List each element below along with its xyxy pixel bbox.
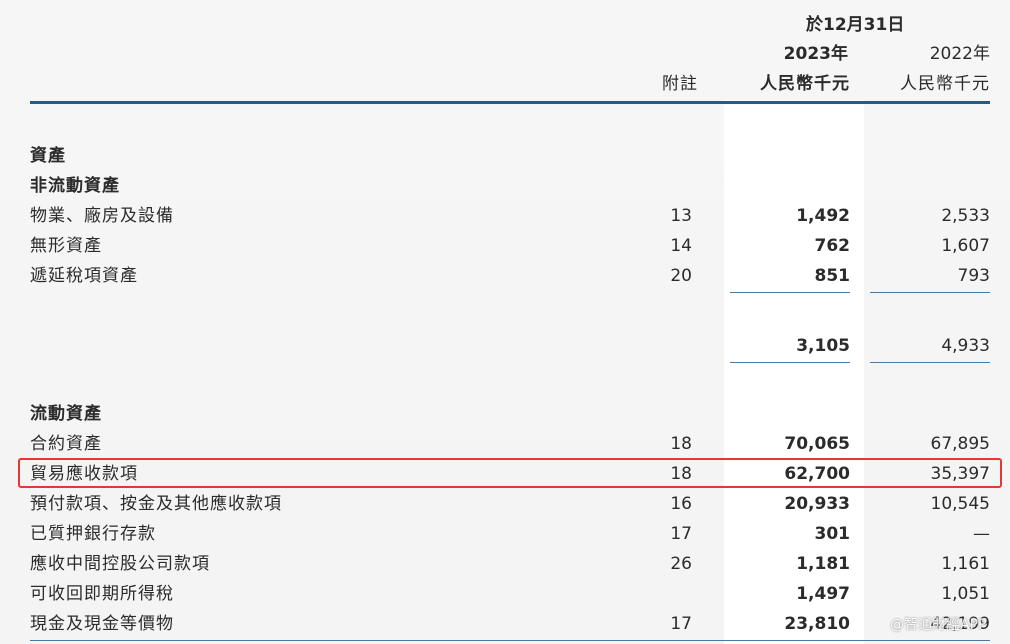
- current-assets-title: 流動資產: [30, 404, 102, 424]
- row-prior: —: [973, 524, 990, 544]
- total-rule-current: [730, 362, 850, 363]
- row-prior: 2,533: [941, 206, 990, 226]
- note-column-header: 附註: [662, 74, 698, 94]
- row-label: 現金及現金等價物: [30, 614, 174, 634]
- row-note: 17: [670, 524, 692, 544]
- row-note: 16: [670, 494, 692, 514]
- row-label: 可收回即期所得稅: [30, 584, 174, 604]
- row-current: 23,810: [784, 614, 850, 634]
- bottom-rule: [30, 640, 990, 641]
- row-note: 14: [670, 236, 692, 256]
- row-label: 已質押銀行存款: [30, 524, 156, 544]
- year-current: 2023年: [783, 44, 848, 64]
- noncurrent-assets-title: 非流動資產: [30, 176, 120, 196]
- year-prior: 2022年: [929, 44, 990, 64]
- row-current: 762: [814, 236, 851, 256]
- row-label: 應收中間控股公司款項: [30, 554, 210, 574]
- row-note: 13: [670, 206, 692, 226]
- row-label: 遞延稅項資產: [30, 266, 138, 286]
- section-assets: 資產: [30, 146, 66, 166]
- row-note: 26: [670, 554, 692, 574]
- row-label: 物業、廠房及設備: [30, 206, 174, 226]
- trade-receivables-highlight: [18, 458, 1002, 488]
- watermark: @智通財經APP: [890, 617, 987, 633]
- row-current: 851: [814, 266, 851, 286]
- row-current: 1,181: [796, 554, 850, 574]
- row-current: 20,933: [784, 494, 850, 514]
- row-note: 18: [670, 434, 692, 454]
- total-rule-prior: [870, 362, 990, 363]
- row-prior: 1,607: [941, 236, 990, 256]
- row-prior: 1,161: [941, 554, 990, 574]
- header-rule: [30, 101, 990, 104]
- row-prior: 793: [957, 266, 990, 286]
- row-current: 70,065: [784, 434, 850, 454]
- row-prior: 10,545: [930, 494, 990, 514]
- row-label: 預付款項、按金及其他應收款項: [30, 494, 282, 514]
- noncurrent-total-current: 3,105: [796, 336, 850, 356]
- row-prior: 1,051: [941, 584, 990, 604]
- row-current: 1,492: [796, 206, 850, 226]
- subtotal-rule-prior: [870, 292, 990, 293]
- row-current: 1,497: [796, 584, 850, 604]
- date-label: 於12月31日: [806, 15, 905, 35]
- row-prior: 67,895: [930, 434, 990, 454]
- row-current: 301: [814, 524, 851, 544]
- row-label: 無形資產: [30, 236, 102, 256]
- row-note: 20: [670, 266, 692, 286]
- unit-current: 人民幣千元: [760, 74, 850, 94]
- row-note: 17: [670, 614, 692, 634]
- unit-prior: 人民幣千元: [900, 74, 990, 94]
- row-label: 合約資產: [30, 434, 102, 454]
- subtotal-rule-current: [730, 292, 850, 293]
- noncurrent-total-prior: 4,933: [941, 336, 990, 356]
